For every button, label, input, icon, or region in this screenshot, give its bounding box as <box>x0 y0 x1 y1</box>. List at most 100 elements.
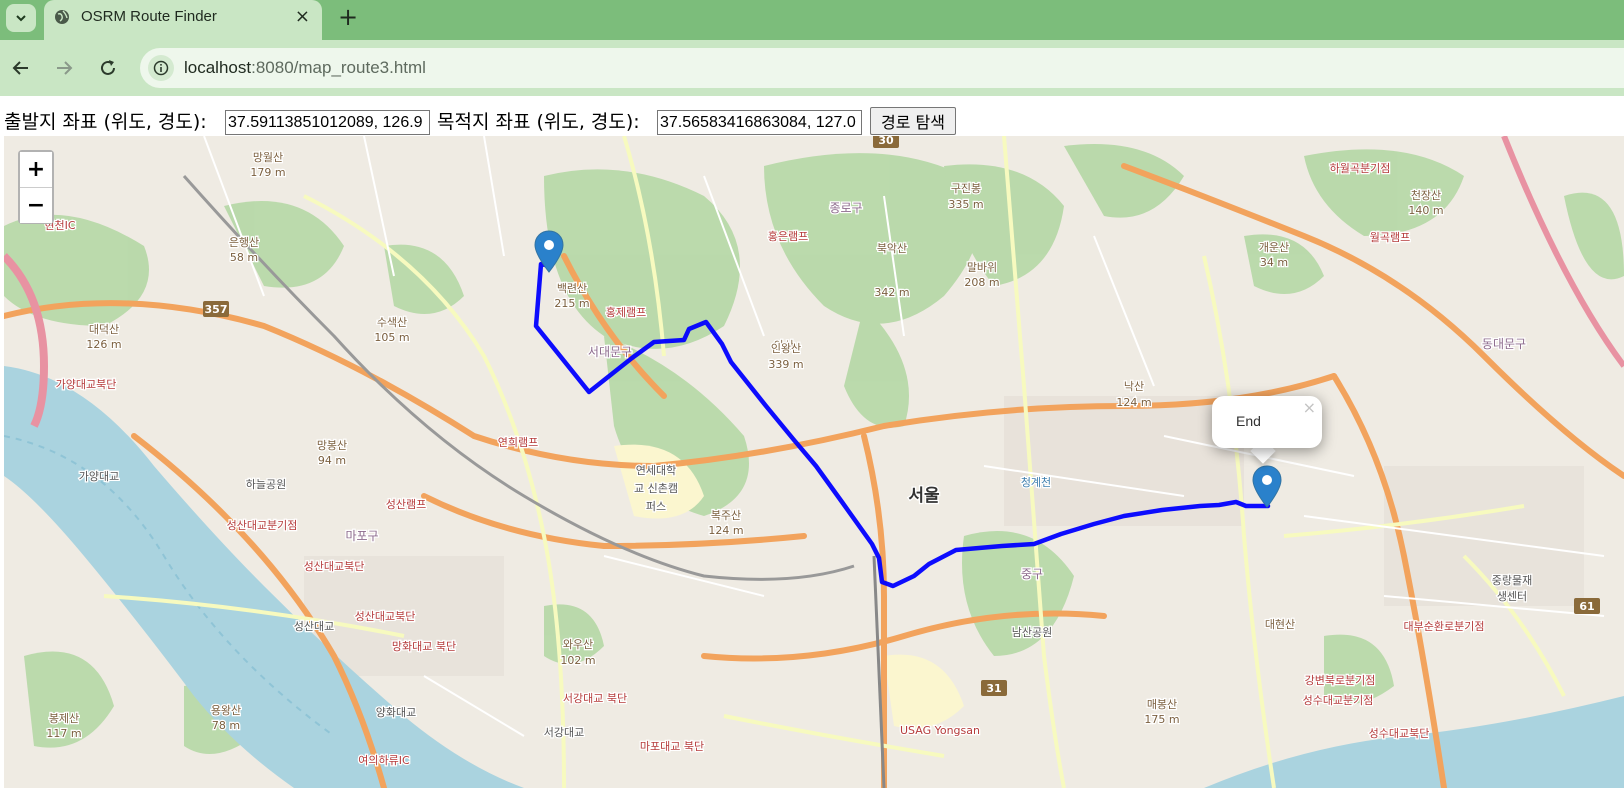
tab-close-button[interactable]: × <box>295 6 310 27</box>
popup-close-button[interactable]: × <box>1303 398 1316 417</box>
map-label-peak: 34 m <box>1260 256 1288 269</box>
map-label-peak: 백련산 <box>557 282 587 295</box>
map-label-peak: 매봉산 <box>1147 698 1177 711</box>
map-label-peak: 망월산 <box>253 151 283 164</box>
address-bar[interactable]: localhost:8080/map_route3.html <box>140 48 1624 88</box>
map-label-ic: 연희램프 <box>498 436 538 449</box>
map-label-shield: 61 <box>1579 600 1594 613</box>
zoom-in-button[interactable]: + <box>20 152 52 187</box>
map-label-ic: 하월곡분기점 <box>1330 161 1391 175</box>
map-label-ic: 성산대교분기점 <box>227 519 298 532</box>
map-label-peak: 와우산 <box>563 638 593 651</box>
map-label-ic: 서강대교 북단 <box>563 692 627 705</box>
map-label-district: 마포구 <box>345 529 378 543</box>
map-label-place: 서강대교 <box>544 726 584 739</box>
map-label-peak: 대현산 <box>1265 618 1295 631</box>
new-tab-button[interactable]: + <box>338 3 358 31</box>
map-label-peak: 말바위 <box>967 261 997 274</box>
reload-button[interactable] <box>96 56 120 80</box>
chevron-down-icon <box>16 15 26 22</box>
globe-icon <box>55 10 69 24</box>
zoom-out-button[interactable]: − <box>20 188 52 223</box>
tab-osrm-route-finder[interactable]: OSRM Route Finder × <box>44 0 322 40</box>
map-label-city: 서울 <box>908 486 940 506</box>
popup-text: End <box>1236 413 1261 429</box>
map-label-peak: 용왕산 <box>211 704 241 717</box>
tab-strip: OSRM Route Finder × + <box>0 0 1624 40</box>
map-label-ic: 홍제램프 <box>606 305 646 319</box>
map-label-district: 서대문구 <box>588 345 632 359</box>
map-label-peak: 335 m <box>948 198 983 211</box>
map-label-ic: 가양대교북단 <box>56 378 117 391</box>
url-host: localhost <box>184 58 252 77</box>
map-label-ic: 강변북로분기점 <box>1305 674 1376 687</box>
map-label-peak: 인왕산 <box>771 342 801 355</box>
map-label-place: 성산대교 <box>294 620 334 633</box>
map-label-peak: 342 m <box>874 286 909 299</box>
map-label-ic: 성산대교북단 <box>304 560 365 573</box>
map-label-shield: 31 <box>986 682 1001 695</box>
destination-label: 목적지 좌표 (위도, 경도): <box>437 111 640 133</box>
map-label-peak: 339 m <box>768 358 803 371</box>
map-label-ic: 성수대교분기점 <box>1303 694 1374 707</box>
back-button[interactable] <box>9 56 33 80</box>
url-path: :8080/map_route3.html <box>251 58 426 77</box>
map-label-ic: 월곡램프 <box>1370 231 1410 244</box>
map-label-place: 남산공원 <box>1012 626 1052 639</box>
map-label-peak: 140 m <box>1408 204 1443 217</box>
map-label-peak: 대덕산 <box>89 323 119 336</box>
map-label-peak: 179 m <box>250 166 285 179</box>
map-label-peak: 215 m <box>554 297 589 310</box>
map-label-district: 중구 <box>1021 567 1043 581</box>
map-label-place: 양화대교 <box>376 706 416 719</box>
map-label-ic: 성산램프 <box>386 498 426 511</box>
map-label-peak: 124 m <box>708 524 743 537</box>
map-label-district: 종로구 <box>829 201 862 215</box>
map-label-peak: 개운산 <box>1259 241 1289 254</box>
origin-label: 출발지 좌표 (위도, 경도): <box>4 111 207 133</box>
map-label-water: 청계천 <box>1021 475 1051 489</box>
map-label-peak: 낙산 <box>1124 380 1144 393</box>
arrow-left-icon <box>12 61 28 75</box>
route-form: 출발지 좌표 (위도, 경도): 목적지 좌표 (위도, 경도): 경로 탐색 <box>0 96 1624 136</box>
map-label-place: 퍼스 <box>646 500 666 513</box>
reload-icon <box>101 60 115 75</box>
map-label-peak: 102 m <box>560 654 595 667</box>
map-label-place: 중랑물재 <box>1492 574 1532 587</box>
map-label-peak: 208 m <box>964 276 999 289</box>
map-label-peak: 복주산 <box>711 509 741 522</box>
url-text: localhost:8080/map_route3.html <box>184 58 426 78</box>
map-container[interactable]: 망월산 179 m 현천IC 은행산 58 m 대덕산 126 m 수색산 105 m 백련산 21… <box>4 136 1624 788</box>
map-label-ic: 마포대교 북단 <box>640 740 704 753</box>
map-label-peak: 망봉산 <box>317 439 347 452</box>
map-label-ic: 대부순환로분기점 <box>1404 620 1485 633</box>
info-icon <box>153 60 169 76</box>
map-label-ic: 홍은램프 <box>768 229 808 243</box>
map-label-peak: 은행산 <box>229 236 259 249</box>
map-label-shield: 357 <box>205 303 228 316</box>
map-label-peak: 124 m <box>1116 396 1151 409</box>
search-route-button[interactable]: 경로 탐색 <box>870 107 956 135</box>
map-label-peak: 구진봉 <box>951 182 981 195</box>
map-label-peak: 117 m <box>46 727 81 740</box>
map-label-peak: 126 m <box>86 338 121 351</box>
map-label-peak: 105 m <box>374 331 409 344</box>
map-label-ic: 성수대교북단 <box>1369 727 1430 740</box>
map-label-peak: 봉제산 <box>49 712 79 725</box>
zoom-control: + − <box>18 150 54 224</box>
tab-search-button[interactable] <box>6 4 36 32</box>
site-info-button[interactable] <box>148 55 174 81</box>
browser-toolbar: localhost:8080/map_route3.html <box>0 40 1624 96</box>
origin-input[interactable] <box>225 110 430 135</box>
destination-input[interactable] <box>657 110 862 135</box>
map-label-peak: 수색산 <box>377 316 407 329</box>
map-label-ic: USAG Yongsan <box>900 724 980 737</box>
map-label-peak: 천장산 <box>1411 188 1441 202</box>
map-label-ic: 망화대교 북단 <box>392 640 456 653</box>
map-label-ic: 성산대교북단 <box>355 610 416 623</box>
forward-button[interactable] <box>52 56 76 80</box>
map-label-district: 동대문구 <box>1482 337 1526 351</box>
map-label-ic: 여의하류IC <box>358 753 410 767</box>
map-label-peak: 175 m <box>1144 713 1179 726</box>
map-tiles[interactable]: 망월산179 m현천IC은행산58 m대덕산126 m수색산105 m백련산21… <box>4 136 1624 788</box>
